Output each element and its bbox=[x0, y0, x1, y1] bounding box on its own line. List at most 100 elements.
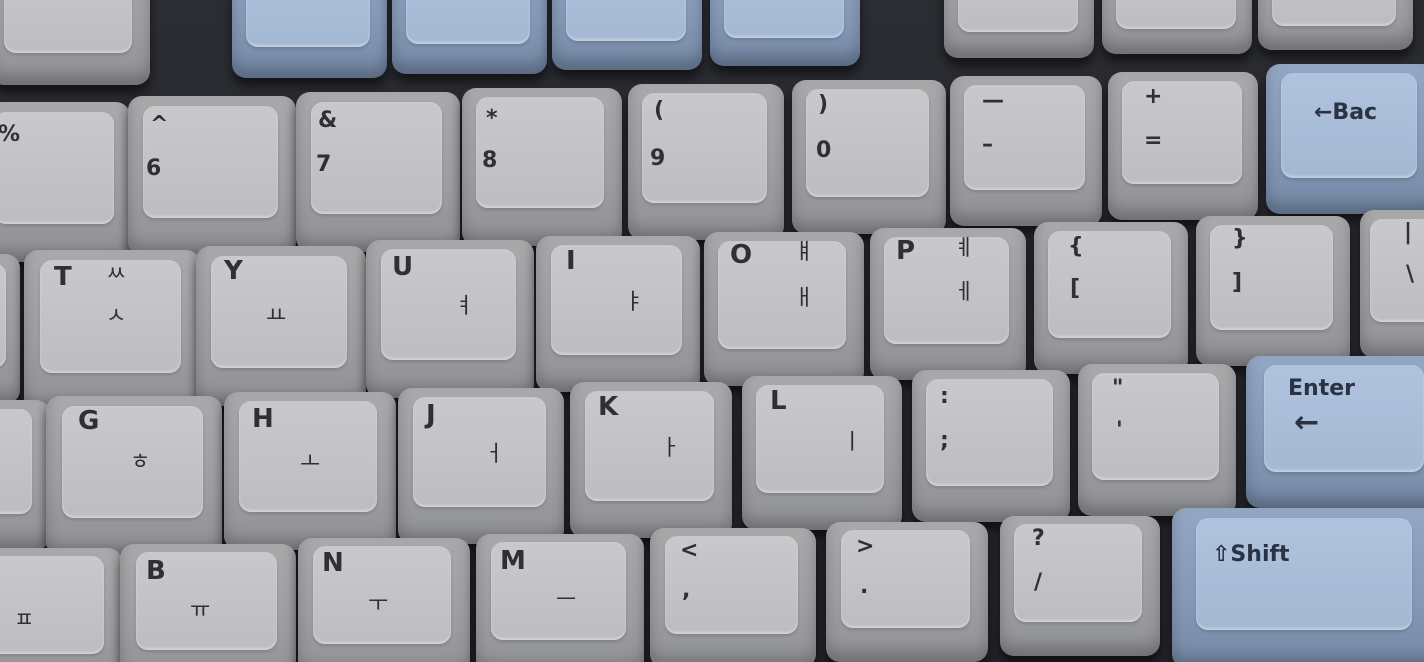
key-hangul: ㅛ bbox=[266, 304, 287, 329]
key-p: P ㅖ ㅔ bbox=[870, 228, 1026, 380]
key-legend: + bbox=[1144, 84, 1163, 109]
key-legend: [ bbox=[1070, 276, 1081, 301]
key-o: O ㅒ ㅐ bbox=[704, 232, 864, 386]
key-b: B ㅠ bbox=[120, 544, 296, 662]
key-7: & 7 bbox=[296, 92, 460, 252]
key-legend: " bbox=[1112, 376, 1124, 401]
key-legend: K bbox=[598, 392, 619, 422]
key-backslash: | \ bbox=[1360, 210, 1424, 358]
key-minus: — – bbox=[950, 76, 1102, 226]
key-legend: : bbox=[940, 384, 949, 409]
fn-key-grey bbox=[0, 0, 150, 85]
key-hangul: ㅏ bbox=[660, 436, 681, 461]
key-hangul: ㅍ bbox=[14, 608, 35, 633]
key-comma: < , bbox=[650, 528, 816, 662]
key-semicolon: : ; bbox=[912, 370, 1070, 522]
key-bracket-left: { [ bbox=[1034, 222, 1188, 374]
key-hangul: ㅆ bbox=[106, 262, 127, 287]
fn-key-blue bbox=[232, 0, 387, 78]
key-h: H ㅗ bbox=[224, 392, 396, 550]
key-legend: I bbox=[566, 246, 576, 276]
key-r bbox=[0, 254, 20, 404]
key-hangul: ㅠ bbox=[190, 598, 211, 623]
key-legend: T bbox=[54, 262, 72, 292]
key-shift: ⇧Shift bbox=[1172, 508, 1424, 662]
key-legend: J bbox=[426, 400, 436, 430]
key-legend: ] bbox=[1232, 270, 1243, 295]
key-l: L ㅣ bbox=[742, 376, 902, 530]
key-hangul: ㅗ bbox=[300, 450, 321, 475]
key-hangul: ㅓ bbox=[484, 442, 505, 467]
key-g: G ㅎ bbox=[46, 396, 222, 556]
key-legend: 6 bbox=[146, 156, 162, 181]
key-enter: Enter ← bbox=[1246, 356, 1424, 508]
key-v: ㅍ bbox=[0, 548, 122, 662]
key-legend: N bbox=[322, 548, 344, 578]
key-9: ( 9 bbox=[628, 84, 784, 240]
key-i: I ㅑ bbox=[536, 236, 700, 392]
key-legend: H bbox=[252, 404, 274, 434]
key-hangul: ㅖ bbox=[954, 236, 975, 261]
key-y: Y ㅛ bbox=[196, 246, 366, 406]
key-legend: ; bbox=[940, 428, 949, 453]
key-hangul: ㅣ bbox=[842, 430, 863, 455]
key-legend: % bbox=[0, 122, 21, 147]
key-5: % bbox=[0, 102, 130, 262]
fn-key-grey bbox=[1102, 0, 1252, 54]
key-u: U ㅕ bbox=[366, 240, 534, 398]
key-period: > . bbox=[826, 522, 988, 662]
key-equals: + = bbox=[1108, 72, 1258, 220]
key-legend: L bbox=[770, 386, 787, 416]
key-legend: / bbox=[1034, 570, 1043, 595]
key-legend: 7 bbox=[316, 152, 332, 177]
fn-key-grey bbox=[1258, 0, 1413, 50]
fn-key-blue bbox=[392, 0, 547, 74]
fn-key-grey bbox=[944, 0, 1094, 58]
key-hangul: ㅔ bbox=[954, 280, 975, 305]
key-m: M ㅡ bbox=[476, 534, 644, 662]
key-hangul: ㅜ bbox=[368, 592, 389, 617]
key-legend: U bbox=[392, 252, 414, 282]
key-legend: P bbox=[896, 236, 916, 266]
key-backspace: ←Bac bbox=[1266, 64, 1424, 214]
key-legend: Y bbox=[224, 256, 243, 286]
key-n: N ㅜ bbox=[298, 538, 470, 662]
key-legend: ' bbox=[1116, 418, 1123, 443]
key-8: * 8 bbox=[462, 88, 622, 246]
enter-arrow-icon: ← bbox=[1294, 405, 1320, 440]
key-legend: ( bbox=[654, 98, 665, 123]
key-hangul: ㅡ bbox=[556, 588, 577, 613]
key-legend: 8 bbox=[482, 148, 498, 173]
key-legend: = bbox=[1144, 128, 1163, 153]
key-legend: ⇧Shift bbox=[1212, 542, 1290, 567]
key-legend: – bbox=[982, 132, 993, 157]
key-legend: , bbox=[682, 578, 691, 603]
key-legend: . bbox=[860, 574, 869, 599]
key-hangul: ㅎ bbox=[130, 450, 151, 475]
key-legend: 0 bbox=[816, 138, 832, 163]
key-legend: { bbox=[1068, 234, 1084, 259]
key-legend: — bbox=[982, 88, 1004, 113]
key-legend: B bbox=[146, 556, 166, 586]
key-j: J ㅓ bbox=[398, 388, 564, 544]
key-hangul: ㅒ bbox=[794, 240, 815, 265]
key-hangul: ㅑ bbox=[624, 290, 645, 315]
key-hangul: ㅕ bbox=[454, 294, 475, 319]
key-hangul: ㅅ bbox=[106, 304, 127, 329]
key-k: K ㅏ bbox=[570, 382, 732, 538]
key-bracket-right: } ] bbox=[1196, 216, 1350, 366]
fn-key-blue bbox=[710, 0, 860, 66]
key-0: ) 0 bbox=[792, 80, 946, 234]
key-legend: G bbox=[78, 406, 100, 436]
key-slash: ? / bbox=[1000, 516, 1160, 656]
key-legend: M bbox=[500, 546, 526, 576]
key-legend: } bbox=[1232, 226, 1248, 251]
key-f bbox=[0, 400, 50, 550]
key-legend: ? bbox=[1032, 526, 1045, 551]
key-legend: \ bbox=[1406, 262, 1415, 287]
key-legend: ^ bbox=[150, 112, 169, 137]
key-legend: > bbox=[856, 534, 875, 559]
key-t: T ㅆ ㅅ bbox=[24, 250, 200, 412]
key-quote: " ' bbox=[1078, 364, 1236, 516]
key-legend: ) bbox=[818, 92, 829, 117]
